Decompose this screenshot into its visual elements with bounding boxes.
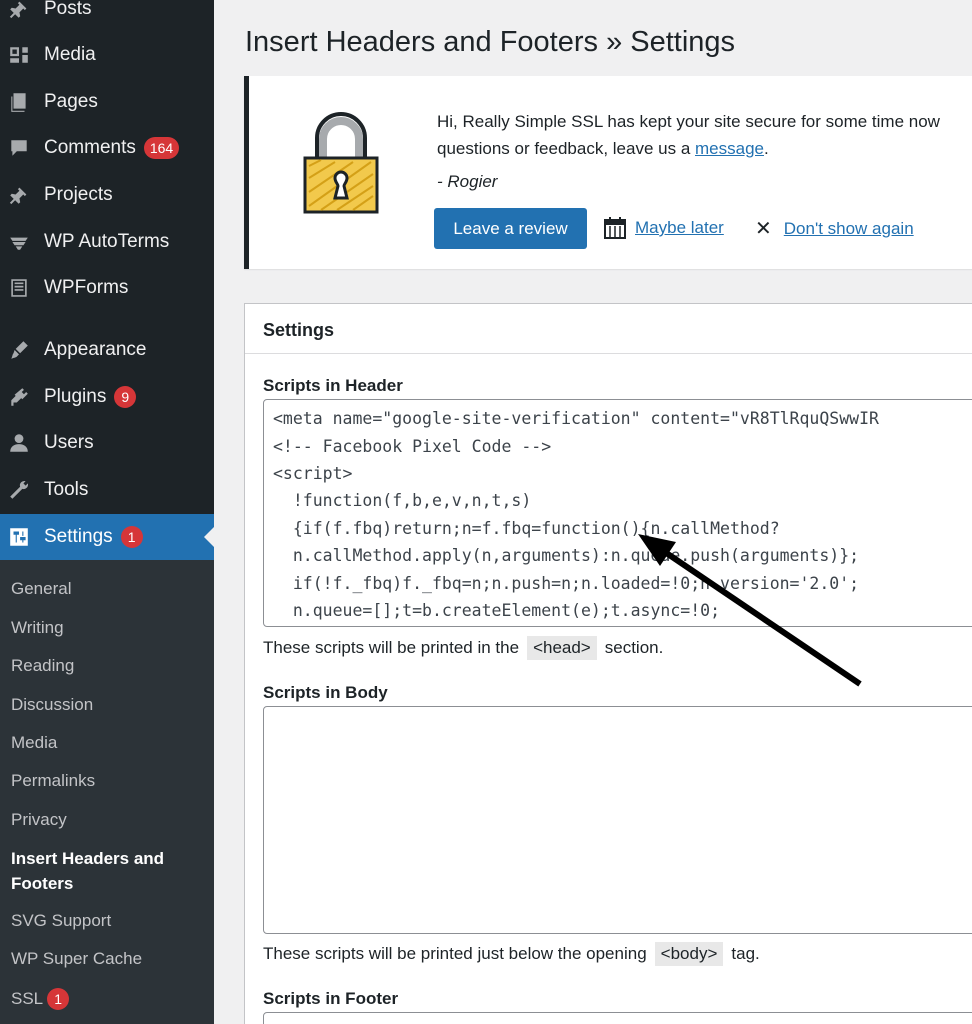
settings-badge: 1 [120, 526, 143, 548]
sidebar-item-label: Plugins [44, 386, 107, 407]
plugin-icon [6, 384, 32, 410]
notice-message: Hi, Really Simple SSL has kept your site… [437, 108, 940, 162]
body-tag-code: <body> [654, 942, 724, 966]
submenu-insert-headers-footers[interactable]: Insert Headers and Footers [11, 846, 164, 896]
wpforms-icon [6, 275, 32, 301]
close-icon: ✕ [755, 218, 772, 240]
code-line: <script> [273, 464, 353, 483]
code-line: {if(f.fbq)return;n=f.fbq=function(){n.ca… [273, 519, 780, 538]
sidebar-item-pages[interactable]: Pages [0, 79, 214, 125]
scripts-footer-textarea[interactable] [263, 1012, 972, 1024]
scripts-body-textarea[interactable] [263, 706, 972, 934]
sidebar-item-users[interactable]: Users [0, 420, 214, 466]
sidebar-item-label: Appearance [44, 339, 147, 360]
sidebar-item-wp-autoterms[interactable]: WP AutoTerms [0, 219, 214, 265]
help-text-prefix: These scripts will be printed in the [263, 638, 520, 657]
sidebar-item-comments[interactable]: Comments 164 [0, 125, 214, 171]
submenu-media[interactable]: Media [11, 733, 57, 753]
submenu-ssl[interactable]: SSL 1 [11, 988, 70, 1010]
wrench-icon [6, 477, 32, 503]
settings-panel: Settings Scripts in Header <meta name="g… [244, 303, 972, 1024]
submenu-writing[interactable]: Writing [11, 618, 64, 638]
comment-icon [6, 135, 32, 161]
brush-icon [6, 337, 32, 363]
notice-line1: Hi, Really Simple SSL has kept your site… [437, 112, 940, 131]
pin-icon [6, 0, 32, 22]
sidebar-item-tools[interactable]: Tools [0, 467, 214, 513]
sidebar-item-label: Comments [44, 137, 136, 158]
message-link[interactable]: message [695, 139, 764, 158]
code-line: n.callMethod.apply(n,arguments):n.queue.… [273, 546, 860, 565]
comments-count-badge: 164 [143, 137, 180, 159]
help-text-prefix: These scripts will be printed just below… [263, 944, 647, 963]
submenu-svg-support[interactable]: SVG Support [11, 911, 111, 931]
code-line: <meta name="google-site-verification" co… [273, 409, 879, 428]
scripts-header-label: Scripts in Header [263, 376, 403, 395]
header-help-text: These scripts will be printed in the <he… [263, 636, 663, 660]
sidebar-item-label: Pages [44, 91, 98, 112]
code-line: <!-- Facebook Pixel Code --> [273, 437, 552, 456]
sidebar-item-plugins[interactable]: Plugins 9 [0, 374, 214, 420]
submenu-permalinks[interactable]: Permalinks [11, 771, 95, 791]
submenu-label-line1: Insert Headers and [11, 849, 165, 868]
sidebar-item-settings[interactable]: Settings 1 [0, 514, 214, 560]
sidebar-item-label: Media [44, 44, 96, 65]
pin-icon [6, 182, 32, 208]
settings-icon [6, 524, 32, 550]
sidebar-item-label: WPForms [44, 277, 129, 298]
sidebar-item-label: Users [44, 432, 94, 453]
sidebar-item-wpforms[interactable]: WPForms [0, 265, 214, 311]
padlock-icon [303, 112, 379, 214]
notice-line2-suffix: . [763, 139, 769, 158]
plugins-update-badge: 9 [114, 386, 137, 408]
body-help-text: These scripts will be printed just below… [263, 942, 760, 966]
settings-submenu: General Writing Reading Discussion Media… [0, 560, 214, 1024]
settings-panel-title: Settings [263, 320, 335, 340]
dont-show-again-label: Don't show again [783, 218, 914, 238]
submenu-general[interactable]: General [11, 579, 71, 599]
page-title: Insert Headers and Footers » Settings [245, 26, 736, 58]
ssl-badge: 1 [47, 988, 70, 1010]
admin-sidebar: Posts Media Pages Comments 164 Projects … [0, 0, 214, 1024]
submenu-privacy[interactable]: Privacy [11, 810, 67, 830]
sidebar-item-label: Posts [44, 0, 92, 19]
code-line: if(!f._fbq)f._fbq=n;n.push=n;n.loaded=!0… [273, 574, 860, 593]
scripts-footer-label: Scripts in Footer [263, 989, 399, 1008]
notice-signature: - Rogier [437, 172, 498, 191]
pages-icon [6, 89, 32, 115]
sidebar-item-posts[interactable]: Posts [0, 0, 214, 32]
sidebar-item-label: Settings [44, 526, 113, 547]
sidebar-item-appearance[interactable]: Appearance [0, 327, 214, 373]
scripts-header-textarea[interactable]: <meta name="google-site-verification" co… [263, 399, 972, 627]
calendar-icon [604, 217, 626, 239]
help-text-suffix: tag. [731, 944, 760, 963]
submenu-discussion[interactable]: Discussion [11, 695, 93, 715]
ssl-review-notice: Hi, Really Simple SSL has kept your site… [244, 76, 972, 269]
dont-show-again-link[interactable]: ✕ Don't show again [755, 216, 914, 241]
divider [245, 353, 972, 354]
leave-review-button[interactable]: Leave a review [434, 208, 587, 249]
sidebar-item-label: WP AutoTerms [44, 231, 170, 252]
code-line: !function(f,b,e,v,n,t,s) [273, 491, 532, 510]
user-icon [6, 430, 32, 456]
media-icon [6, 42, 32, 68]
sidebar-item-media[interactable]: Media [0, 32, 214, 78]
notice-line2-prefix: questions or feedback, leave us a [437, 139, 695, 158]
help-text-suffix: section. [604, 638, 664, 657]
submenu-wp-super-cache[interactable]: WP Super Cache [11, 949, 142, 969]
scripts-body-label: Scripts in Body [263, 683, 388, 702]
sidebar-item-label: Projects [44, 184, 113, 205]
sidebar-item-projects[interactable]: Projects [0, 172, 214, 218]
active-menu-arrow [204, 527, 214, 547]
submenu-reading[interactable]: Reading [11, 656, 74, 676]
code-line: n.queue=[];t=b.createElement(e);t.async=… [273, 601, 721, 620]
maybe-later-label: Maybe later [635, 218, 724, 237]
submenu-label-line2: Footers [11, 874, 74, 893]
sidebar-item-label: Tools [44, 479, 89, 500]
submenu-label: SSL [11, 989, 44, 1008]
maybe-later-link[interactable]: Maybe later [603, 216, 724, 240]
autoterms-icon [6, 229, 32, 255]
head-tag-code: <head> [527, 636, 597, 660]
